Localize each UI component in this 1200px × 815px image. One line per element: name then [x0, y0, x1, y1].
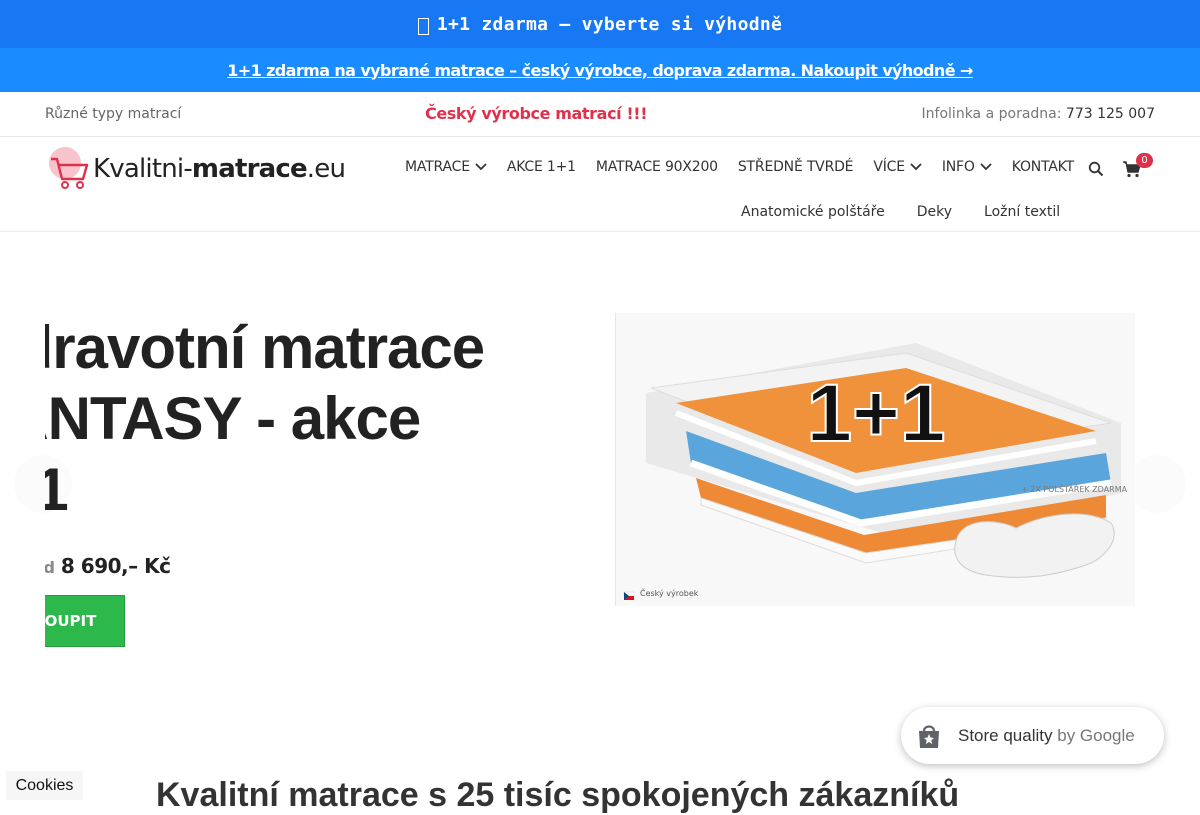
hotline: Infolinka a poradna: 773 125 007: [922, 106, 1155, 122]
chevron-down-icon: [980, 163, 992, 171]
image-overlay-text: 1+1: [806, 368, 945, 459]
search-icon[interactable]: [1088, 161, 1104, 177]
info-bar: Různé typy matrací Český výrobce matrací…: [0, 92, 1200, 137]
site-header: Kvalitni-matrace.eu MATRACE AKCE 1+1 MAT…: [0, 137, 1200, 232]
nav-label: KONTAKT: [1011, 159, 1074, 175]
logo-prefix: Kvalitni-: [93, 154, 193, 184]
logo-suffix: .eu: [306, 154, 346, 184]
mattress-types-link[interactable]: Různé typy matrací: [45, 106, 181, 122]
google-store-quality-badge[interactable]: Store quality by Google: [901, 707, 1164, 764]
nav-label: MATRACE: [405, 159, 470, 175]
hero-product-image[interactable]: 1+1 + 2X POLŠTÁŘEK ZDARMA Český výrobek: [615, 313, 1135, 606]
hero-title-line: Zdravotní matrace: [45, 314, 485, 381]
czech-product-text: Český výrobek: [640, 589, 699, 598]
phone-number[interactable]: 773 125 007: [1066, 106, 1155, 122]
nav-item-info[interactable]: INFO: [942, 159, 992, 175]
announcement-text: 1+1 zdarma — vyberte si výhodně: [436, 13, 783, 35]
subnav-item-bedding[interactable]: Ložní textil: [984, 204, 1060, 220]
price-value: 8 690,– Kč: [60, 554, 171, 578]
slider-next-button[interactable]: [1128, 455, 1186, 513]
nav-label: INFO: [941, 159, 975, 175]
logo-text: Kvalitni-matrace.eu: [93, 154, 346, 184]
promo-bar: 1+1 zdarma na vybrané matrace – český vý…: [0, 48, 1200, 92]
chevron-down-icon: [910, 163, 922, 171]
mattress-image: 1+1: [623, 343, 1121, 600]
logo-bold: matrace: [191, 154, 308, 184]
nav-item-akce[interactable]: AKCE 1+1: [507, 159, 576, 175]
google-badge-text: Store quality by Google: [958, 726, 1135, 746]
announcement-bar: 1+1 zdarma — vyberte si výhodně: [0, 0, 1200, 48]
nav-label: MATRACE 90X200: [595, 159, 718, 175]
nav-label: AKCE 1+1: [506, 159, 576, 175]
subnav-item-blankets[interactable]: Deky: [917, 204, 952, 220]
sub-nav: Anatomické polštáře Deky Ložní textil: [741, 204, 1092, 220]
nav-item-matrace[interactable]: MATRACE: [405, 159, 487, 175]
shopping-bag-icon: [919, 724, 939, 748]
buy-button[interactable]: KOUPIT: [45, 595, 125, 647]
nav-item-90x200[interactable]: MATRACE 90X200: [596, 159, 718, 175]
nav-item-stredne-tvrde[interactable]: STŘEDNĚ TVRDÉ: [737, 159, 854, 175]
main-nav: MATRACE AKCE 1+1 MATRACE 90X200 STŘEDNĚ …: [405, 153, 1153, 178]
nav-item-vice[interactable]: VÍCE: [873, 159, 922, 175]
subnav-item-pillows[interactable]: Anatomické polštáře: [741, 204, 885, 220]
nav-label: STŘEDNĚ TVRDÉ: [737, 159, 854, 175]
site-logo[interactable]: Kvalitni-matrace.eu: [45, 145, 346, 193]
store-quality-label: Store quality: [958, 725, 1053, 745]
missing-glyph-icon: [417, 17, 429, 35]
hero-title-line: 1+1: [45, 456, 69, 523]
pillow-offer-text: + 2X POLŠTÁŘEK ZDARMA: [1021, 485, 1128, 494]
cookies-button[interactable]: Cookies: [6, 771, 83, 800]
promo-link[interactable]: 1+1 zdarma na vybrané matrace – český vý…: [227, 61, 973, 80]
cart-count-badge: 0: [1136, 153, 1153, 168]
nav-label: VÍCE: [873, 159, 905, 175]
chevron-down-icon: [475, 163, 487, 171]
hero-price: od 8 690,– Kč: [45, 554, 171, 578]
hero-title-line: FANTASY - akce: [45, 385, 421, 452]
hero-title: Zdravotní matrace FANTASY - akce 1+1: [45, 312, 541, 525]
nav-item-kontakt[interactable]: KONTAKT: [1012, 159, 1074, 175]
hero-slide-text: Zdravotní matrace FANTASY - akce 1+1 od …: [45, 310, 565, 660]
czech-maker-text: Český výrobce matrací !!!: [425, 104, 648, 123]
by-google-label: by Google: [1057, 725, 1135, 745]
section-heading: Kvalitní matrace s 25 tisíc spokojených …: [156, 776, 960, 814]
cart-logo-icon: [49, 147, 89, 189]
price-from-label: od: [45, 558, 55, 577]
hotline-label: Infolinka a poradna:: [921, 106, 1066, 122]
